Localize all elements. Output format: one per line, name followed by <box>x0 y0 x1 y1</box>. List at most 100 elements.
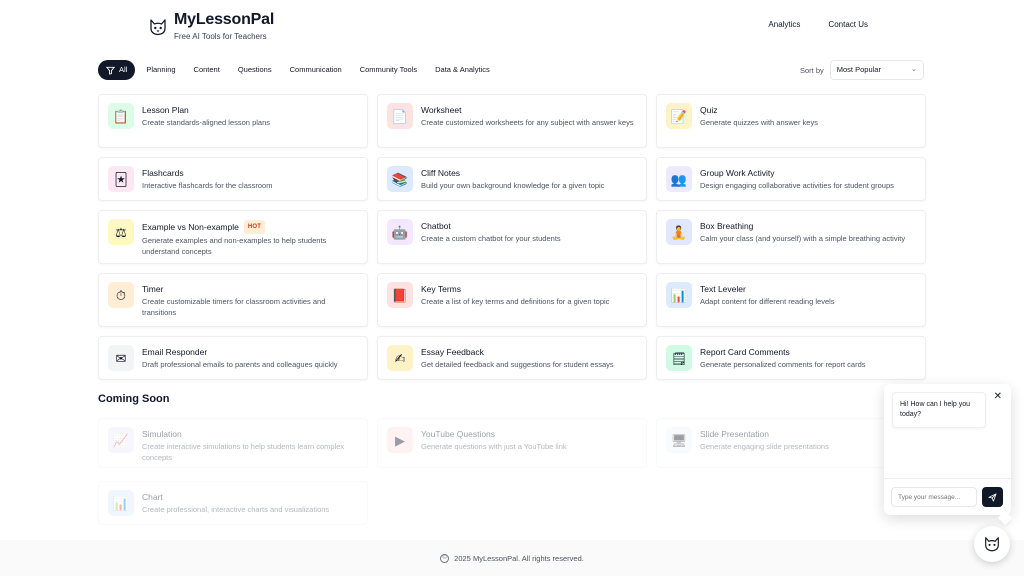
tool-card-title-text: Cliff Notes <box>421 168 461 178</box>
tool-card[interactable]: 🧘 Box Breathing Calm your class (and yours… <box>656 210 926 264</box>
tool-card-description: Create professional, interactive charts … <box>142 505 330 514</box>
tool-card-body: Simulation Create interactive simulations… <box>142 426 358 462</box>
chat-send-button[interactable] <box>982 487 1003 507</box>
chart-icon: 📊 <box>108 490 134 516</box>
tool-card-title: Lesson Plan <box>142 104 358 116</box>
tool-card-title-text: Worksheet <box>421 105 462 115</box>
tool-card-title-text: Quiz <box>700 105 718 115</box>
tool-card-title: Simulation <box>142 428 358 440</box>
footer-text: 2025 MyLessonPal. All rights reserved. <box>454 553 584 563</box>
filter-icon <box>106 66 115 75</box>
tool-card[interactable]: 📕 Key Terms Create a list of key terms and… <box>377 273 647 327</box>
tool-card-body: Lesson Plan Create standards-aligned less… <box>142 102 358 140</box>
tool-grid: 📋 Lesson Plan Create standards-aligned les… <box>98 94 926 380</box>
tool-card-title-text: Key Terms <box>421 284 461 294</box>
page: MyLessonPal Free AI Tools for Teachers A… <box>0 0 1024 576</box>
tool-card[interactable]: ✍ Essay Feedback Get detailed feedback and… <box>377 336 647 380</box>
chat-widget: Hi! How can I help you today? ✕ <box>884 384 1011 515</box>
sort-control: Sort by Most Popular ⌄ <box>800 60 924 80</box>
filter-chip-all[interactable]: All <box>98 60 136 80</box>
timer-icon: ⏱ <box>108 282 134 308</box>
tool-card[interactable]: 🗒 Report Card Comments Generate personaliz… <box>656 336 926 380</box>
tool-card[interactable]: ⚖ Example vs Non-example HOT Generate examp… <box>98 210 368 264</box>
sort-value: Most Popular <box>836 65 881 74</box>
tool-card-body: Key Terms Create a list of key terms and … <box>421 281 637 319</box>
tool-card-body: Email Responder Draft professional emails… <box>142 344 358 372</box>
email-icon: ✉ <box>108 345 134 371</box>
tool-card-title: Example vs Non-example HOT <box>142 220 358 234</box>
tool-card-description: Generate personalized comments for repor… <box>700 360 866 369</box>
box-breathing-icon: 🧘 <box>666 219 692 245</box>
tool-card-title-text: Text Leveler <box>700 284 746 294</box>
tool-card-body: Essay Feedback Get detailed feedback and … <box>421 344 637 372</box>
flashcards-icon: 🃏 <box>108 166 134 192</box>
tool-card-body: YouTube Questions Generate questions with… <box>421 426 637 460</box>
essay-feedback-icon: ✍ <box>387 345 413 371</box>
tool-card-description: Generate questions with just a YouTube l… <box>421 442 567 451</box>
tool-card-title: Timer <box>142 283 358 295</box>
nav-link-analytics[interactable]: Analytics <box>768 20 800 29</box>
tool-card[interactable]: ⏱ Timer Create customizable timers for cla… <box>98 273 368 327</box>
youtube-icon: ▶ <box>387 427 413 453</box>
filter-chip-planning[interactable]: Planning <box>139 60 183 80</box>
tool-card-title-text: Slide Presentation <box>700 429 769 439</box>
tool-card[interactable]: 📊 Chart Create professional, interactive c… <box>98 481 368 525</box>
hot-badge: HOT <box>243 220 266 234</box>
tool-card[interactable]: 📈 Simulation Create interactive simulation… <box>98 418 368 468</box>
tool-card-body: Box Breathing Calm your class (and yourse… <box>700 218 916 256</box>
tool-card-description: Generate examples and non-examples to he… <box>142 236 327 256</box>
tool-card-body: Chart Create professional, interactive ch… <box>142 489 358 517</box>
nav-link-contact-us[interactable]: Contact Us <box>828 20 868 29</box>
cat-face-icon <box>985 537 999 552</box>
filter-chip-questions[interactable]: Questions <box>230 60 279 80</box>
sort-select[interactable]: Most Popular ⌄ <box>829 60 924 80</box>
filter-chip-communication[interactable]: Communication <box>282 60 349 80</box>
tool-card-title: Cliff Notes <box>421 167 637 179</box>
tool-card-body: Group Work Activity Design engaging colla… <box>700 165 916 193</box>
tool-card-title: Text Leveler <box>700 283 916 295</box>
example-icon: ⚖ <box>108 219 134 245</box>
key-terms-icon: 📕 <box>387 282 413 308</box>
brand-logo[interactable]: MyLessonPal Free AI Tools for Teachers <box>148 10 274 41</box>
tool-card-title-text: Email Responder <box>142 347 208 357</box>
sort-label: Sort by <box>800 65 824 75</box>
tool-card-description: Generate quizzes with answer keys <box>700 118 818 127</box>
group-work-icon: 👥 <box>666 166 692 192</box>
filter-chip-data-analytics[interactable]: Data & Analytics <box>428 60 497 80</box>
site-footer: © 2025 MyLessonPal. All rights reserved. <box>0 540 1024 576</box>
tool-card-body: Quiz Generate quizzes with answer keys <box>700 102 916 140</box>
tool-card-title-text: Essay Feedback <box>421 347 484 357</box>
tool-card[interactable]: 📊 Text Leveler Adapt content for different… <box>656 273 926 327</box>
coming-soon-heading: Coming Soon <box>98 393 170 405</box>
tool-card[interactable]: 👥 Group Work Activity Design engaging coll… <box>656 157 926 201</box>
category-filters: All Planning Content Questions Communica… <box>98 60 497 80</box>
tool-card[interactable]: 📝 Quiz Generate quizzes with answer keys <box>656 94 926 148</box>
filter-chip-content[interactable]: Content <box>186 60 227 80</box>
chat-launcher-button[interactable] <box>974 526 1010 562</box>
tool-card[interactable]: ✉ Email Responder Draft professional email… <box>98 336 368 380</box>
tool-card[interactable]: 📋 Lesson Plan Create standards-aligned les… <box>98 94 368 148</box>
tool-card-title: Box Breathing <box>700 220 916 232</box>
filter-chip-community-tools[interactable]: Community Tools <box>352 60 425 80</box>
tool-card[interactable]: 📚 Cliff Notes Build your own background kn… <box>377 157 647 201</box>
tool-card[interactable]: 📄 Worksheet Create customized worksheets f… <box>377 94 647 148</box>
tool-card-description: Build your own background knowledge for … <box>421 181 605 190</box>
tool-card-title-text: Lesson Plan <box>142 105 189 115</box>
tool-card[interactable]: 🤖 Chatbot Create a custom chatbot for your… <box>377 210 647 264</box>
tool-card-description: Create a list of key terms and definitio… <box>421 297 610 306</box>
tool-card[interactable]: ▶ YouTube Questions Generate questions wit… <box>377 418 647 468</box>
tool-card-title-text: Flashcards <box>142 168 184 178</box>
close-icon[interactable]: ✕ <box>994 391 1002 402</box>
tool-card-description: Design engaging collaborative activities… <box>700 181 894 190</box>
tool-card-body: Worksheet Create customized worksheets fo… <box>421 102 637 140</box>
tool-card[interactable]: 🃏 Flashcards Interactive flashcards for th… <box>98 157 368 201</box>
chat-message-input[interactable] <box>891 487 977 507</box>
tool-card-body: Chatbot Create a custom chatbot for your … <box>421 218 637 256</box>
tool-card-description: Interactive flashcards for the classroom <box>142 181 273 190</box>
tool-card-description: Adapt content for different reading leve… <box>700 297 835 306</box>
send-icon <box>988 492 997 502</box>
text-leveler-icon: 📊 <box>666 282 692 308</box>
site-header: MyLessonPal Free AI Tools for Teachers A… <box>0 0 1024 50</box>
tool-card-title: Essay Feedback <box>421 346 637 358</box>
tool-card-title-text: Simulation <box>142 429 182 439</box>
